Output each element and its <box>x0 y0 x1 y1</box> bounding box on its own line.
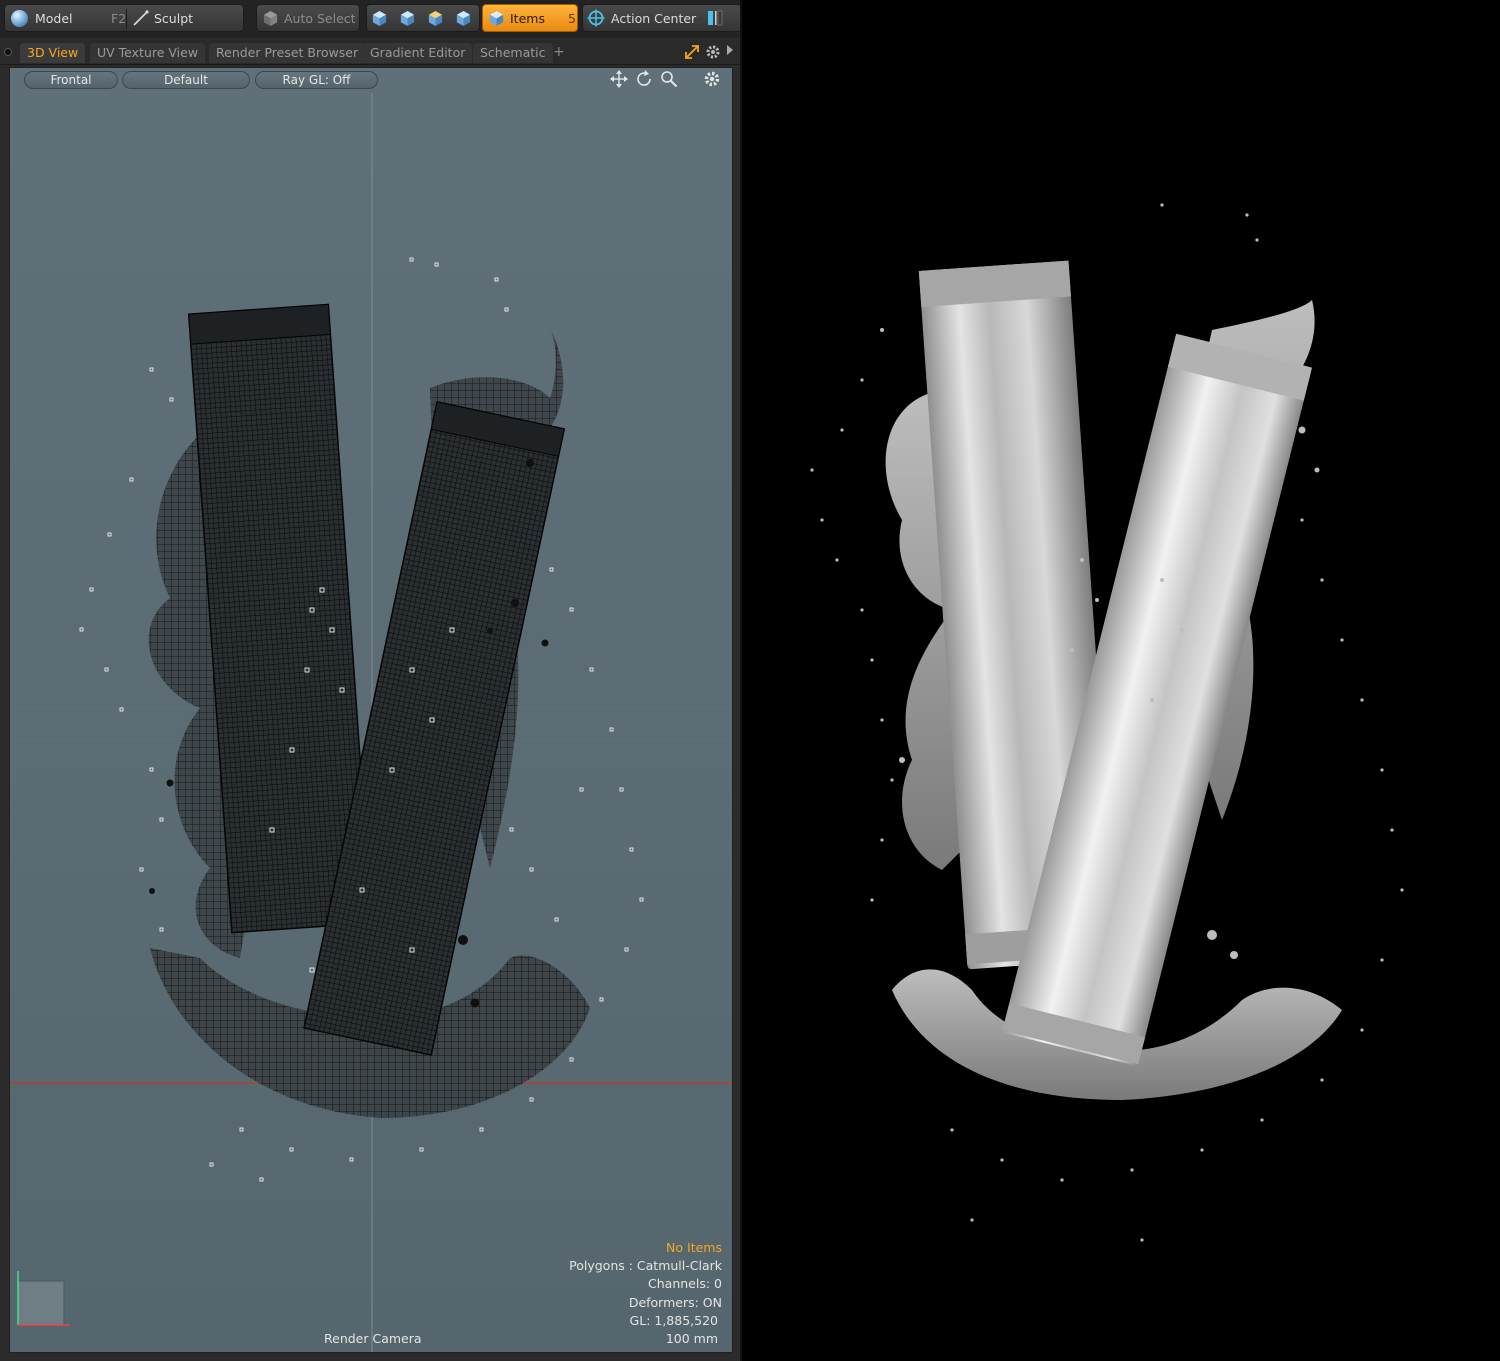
tab-gradient-editor[interactable]: Gradient Editor <box>363 43 473 63</box>
sculpt-mode-label: Sculpt <box>154 10 194 26</box>
sphere-icon <box>11 9 28 27</box>
items-mode-label: Items <box>510 10 545 26</box>
tab-gear-icon[interactable] <box>705 44 721 60</box>
hud-gl-count: GL: 1,885,520 <box>629 1313 718 1328</box>
hud-deformers-info: Deformers: ON <box>628 1295 722 1310</box>
sculpt-mode-button[interactable]: Sculpt <box>132 5 242 31</box>
hud-camera-label: Render Camera <box>324 1331 422 1346</box>
model-sculpt-group: Model F2 Sculpt <box>4 4 244 32</box>
wireframe-scene <box>10 93 732 1352</box>
tab-render-preset-browser[interactable]: Render Preset Browser <box>209 43 366 63</box>
auto-select-label: Auto Select <box>284 10 356 26</box>
crosshair-icon <box>587 9 605 27</box>
axis-gizmo <box>17 1271 70 1326</box>
materials-mode-button[interactable] <box>455 5 477 31</box>
tab-3d-view[interactable]: 3D View <box>20 43 86 63</box>
hud-polygons-info: Polygons : Catmull-Clark <box>569 1258 722 1273</box>
render-scene <box>810 203 1404 1242</box>
auto-select-button[interactable]: Auto Select <box>262 5 358 31</box>
symmetry-icon <box>708 10 723 26</box>
items-mode-button[interactable]: Items 5 <box>488 5 576 31</box>
tab-menu-dot-icon[interactable] <box>4 48 12 56</box>
cube-polygon-icon <box>428 10 443 26</box>
brush-icon <box>133 10 149 26</box>
mode-toolbar: Model F2 Sculpt Auto Select Items 5 Acti… <box>0 0 742 38</box>
hud-channels-info: Channels: 0 <box>648 1276 722 1291</box>
maximize-icon[interactable] <box>684 44 700 60</box>
action-center-group: Action Center <box>582 4 742 32</box>
symmetry-button[interactable] <box>707 5 727 31</box>
selection-mode-group <box>366 4 480 32</box>
model-mode-label: Model <box>35 10 73 26</box>
vertices-mode-button[interactable] <box>371 5 393 31</box>
cube-gray-icon <box>263 10 278 26</box>
items-shortcut-label: 5 <box>568 10 576 26</box>
modo-app-window: Model F2 Sculpt Auto Select Items 5 Acti… <box>0 0 742 1361</box>
render-preview-panel <box>742 0 1500 1361</box>
tab-schematic[interactable]: Schematic <box>473 43 553 63</box>
polygons-mode-button[interactable] <box>427 5 449 31</box>
model-shortcut-label: F2 <box>111 10 127 26</box>
hud-selection-status: No Items <box>666 1240 722 1255</box>
cube-item-icon <box>489 10 504 26</box>
action-center-label: Action Center <box>611 10 697 26</box>
cube-vertex-icon <box>372 10 387 26</box>
items-mode-group: Items 5 <box>482 4 578 32</box>
model-mode-button[interactable]: Model F2 <box>11 5 127 31</box>
viewport-tab-bar: 3D View UV Texture View Render Preset Br… <box>0 40 742 65</box>
tab-overflow-arrow-icon[interactable] <box>727 45 733 55</box>
add-tab-button[interactable]: + <box>553 44 565 60</box>
auto-select-group: Auto Select <box>256 4 360 32</box>
cube-material-icon <box>456 10 471 26</box>
action-center-button[interactable]: Action Center <box>587 5 703 31</box>
hud-scale-info: 100 mm <box>665 1331 718 1346</box>
cube-edge-icon <box>400 10 415 26</box>
3d-viewport[interactable]: Frontal Default Ray GL: Off No Items Pol… <box>9 67 733 1353</box>
edges-mode-button[interactable] <box>399 5 421 31</box>
tab-uv-texture-view[interactable]: UV Texture View <box>90 43 206 63</box>
